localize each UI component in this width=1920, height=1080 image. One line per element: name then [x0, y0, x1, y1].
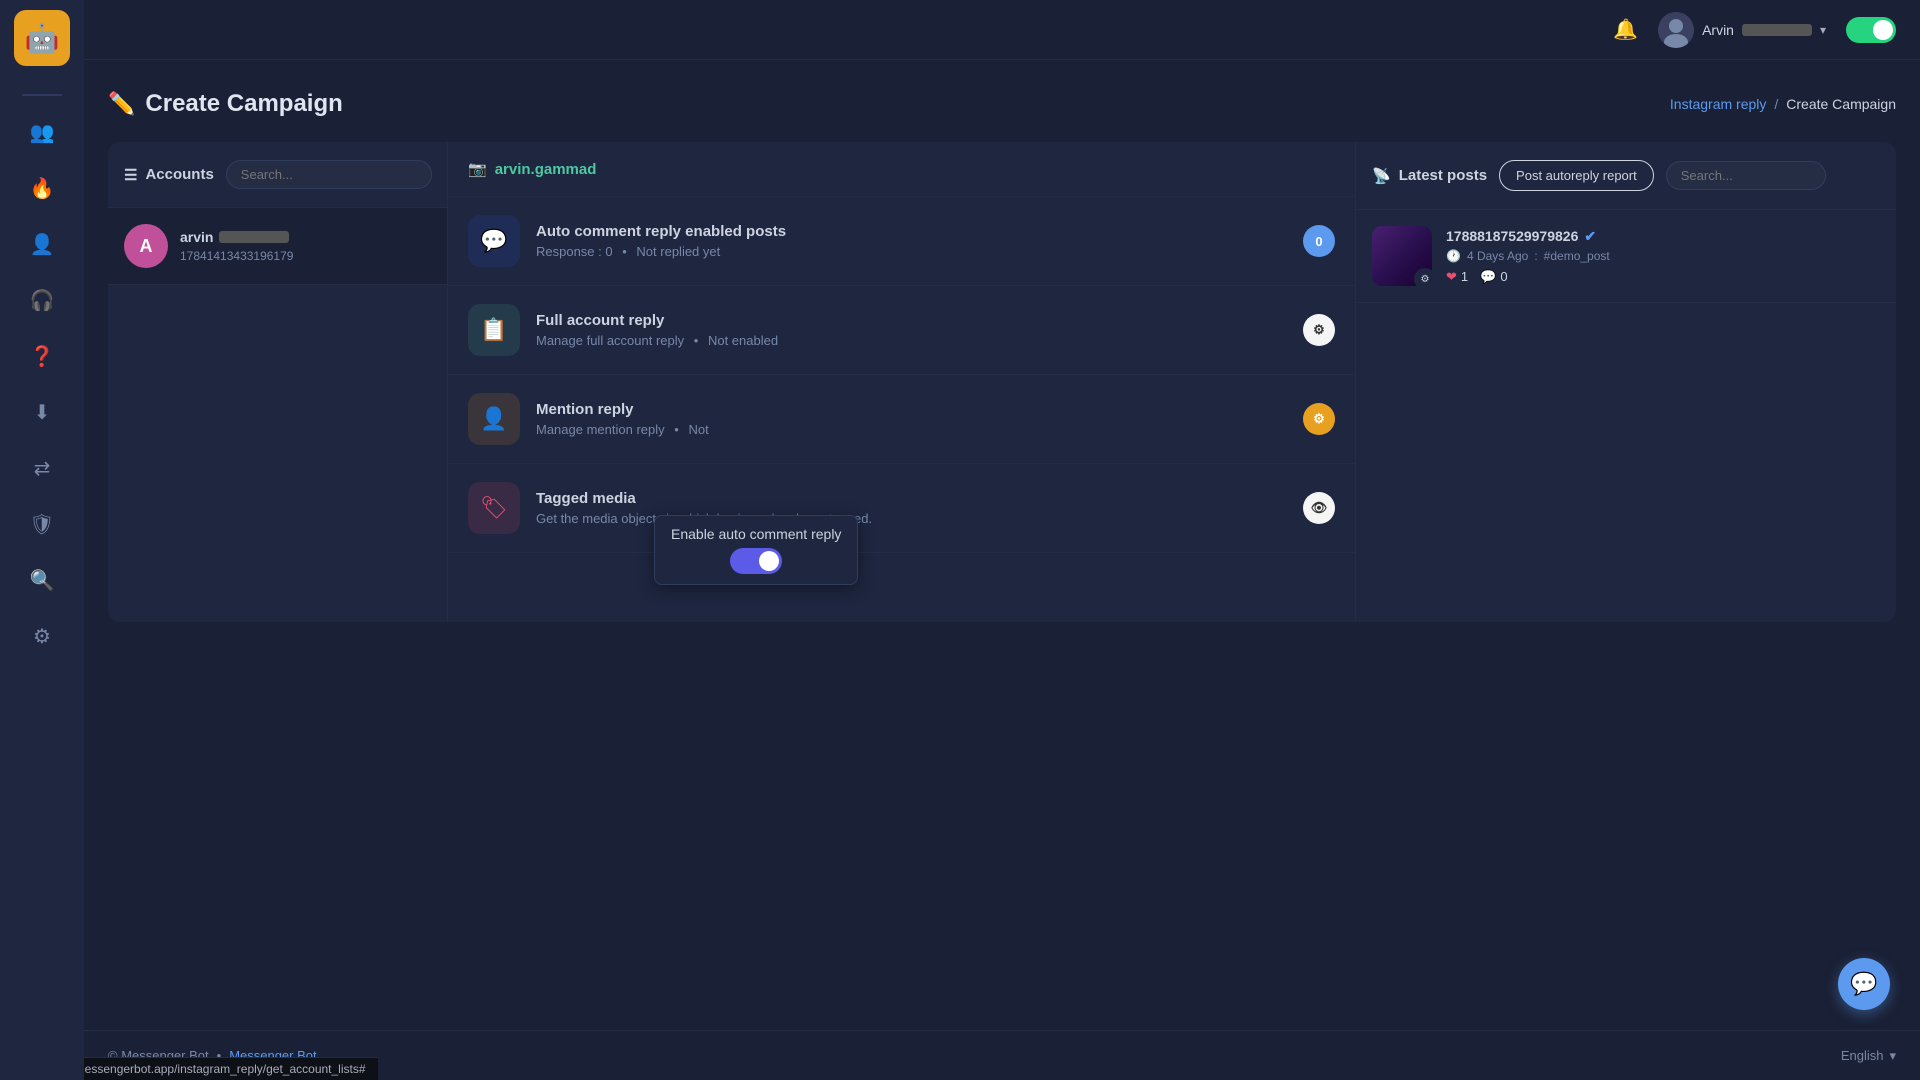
breadcrumb-instagram-link[interactable]: Instagram reply — [1670, 96, 1766, 112]
rss-icon: 📡 — [1372, 167, 1391, 185]
features-col-header: 📷 arvin.gammad — [448, 142, 1355, 197]
post-hearts: ❤ 1 — [1446, 269, 1468, 285]
auto-comment-name: Auto comment reply enabled posts — [536, 223, 1287, 240]
feature-mention[interactable]: 👤 Mention reply Manage mention reply • N… — [448, 375, 1355, 464]
full-account-desc: Manage full account reply • Not enabled — [536, 333, 1287, 348]
auto-comment-content: Auto comment reply enabled posts Respons… — [536, 223, 1287, 259]
user-info: Arvin ▾ — [1658, 12, 1826, 48]
sidebar-item-headset[interactable]: 🎧 — [18, 276, 66, 324]
sidebar-item-download[interactable]: ⬇ — [18, 388, 66, 436]
account-name-blur — [219, 231, 289, 243]
list-icon: ☰ — [124, 166, 137, 184]
sidebar-item-users[interactable]: 👥 — [18, 108, 66, 156]
username: Arvin — [1702, 22, 1734, 38]
breadcrumb-separator: / — [1774, 96, 1778, 112]
tagged-media-content: Tagged media Get the media objects in wh… — [536, 490, 1287, 526]
auto-comment-badge[interactable]: 0 — [1303, 225, 1335, 257]
clock-icon: 🕐 — [1446, 249, 1461, 263]
account-avatar: A — [124, 224, 168, 268]
auto-comment-desc: Response : 0 • Not replied yet — [536, 244, 1287, 259]
mention-badge[interactable]: ⚙ — [1303, 403, 1335, 435]
sidebar-item-search[interactable]: 🔍 — [18, 556, 66, 604]
main-content: ✏️ Create Campaign Instagram reply / Cre… — [84, 60, 1920, 1080]
accounts-col-header: ☰ Accounts — [108, 142, 447, 208]
posts-col-header: 📡 Latest posts Post autoreply report — [1356, 142, 1896, 210]
mention-desc: Manage mention reply • Not — [536, 422, 1287, 437]
accounts-column: ☰ Accounts A arvin 17841413433196179 — [108, 142, 448, 622]
accounts-search-input[interactable] — [226, 160, 432, 189]
account-id: 17841413433196179 — [180, 249, 293, 263]
post-thumb-settings-icon: ⚙ — [1414, 268, 1432, 286]
footer-lang[interactable]: English ▾ — [1841, 1048, 1896, 1064]
heart-icon: ❤ — [1446, 269, 1457, 285]
instagram-account-label: 📷 arvin.gammad — [468, 160, 596, 178]
chat-fab-button[interactable]: 💬 — [1838, 958, 1890, 1010]
page-title-text: Create Campaign — [145, 90, 342, 118]
post-autoreply-btn[interactable]: Post autoreply report — [1499, 160, 1654, 191]
feature-auto-comment[interactable]: 💬 Auto comment reply enabled posts Respo… — [448, 197, 1355, 286]
tooltip-container: Enable auto comment reply — [654, 515, 858, 585]
enable-toggle[interactable] — [730, 548, 782, 574]
post-comments: 💬 0 — [1480, 269, 1507, 285]
post-id: 17888187529979826 ✔ — [1446, 228, 1610, 245]
full-account-name: Full account reply — [536, 312, 1287, 329]
tooltip-box: Enable auto comment reply — [654, 515, 858, 585]
tagged-media-name: Tagged media — [536, 490, 1287, 507]
feature-full-account[interactable]: 📋 Full account reply Manage full account… — [448, 286, 1355, 375]
tagged-media-icon: 🏷 — [468, 482, 520, 534]
feature-tagged-media[interactable]: 🏷 Tagged media Get the media objects in … — [448, 464, 1355, 553]
tagged-media-badge[interactable]: 👁 — [1303, 492, 1335, 524]
main-panel: ☰ Accounts A arvin 17841413433196179 — [108, 142, 1896, 622]
account-info: arvin 17841413433196179 — [180, 229, 293, 263]
pencil-icon: ✏️ — [108, 91, 135, 117]
full-account-icon: 📋 — [468, 304, 520, 356]
auto-comment-icon: 💬 — [468, 215, 520, 267]
sidebar-item-fire[interactable]: 🔥 — [18, 164, 66, 212]
sidebar-divider — [22, 94, 62, 96]
tooltip-toggle-area[interactable] — [671, 548, 841, 574]
full-account-content: Full account reply Manage full account r… — [536, 312, 1287, 348]
breadcrumb: Instagram reply / Create Campaign — [1670, 96, 1896, 112]
post-info: 17888187529979826 ✔ 🕐 4 Days Ago : #demo… — [1446, 228, 1610, 285]
sidebar: 🤖 👥 🔥 👤 🎧 ❓ ⬇ ⇄ 🛡 🔍 ⚙ — [0, 0, 84, 1080]
account-name: arvin — [180, 229, 293, 245]
sidebar-item-settings[interactable]: ⚙ — [18, 612, 66, 660]
features-column: 📷 arvin.gammad 💬 Auto comment reply enab… — [448, 142, 1356, 622]
topnav: ☰ 🔔 Arvin ▾ — [0, 0, 1920, 60]
sidebar-item-shield[interactable]: 🛡 — [18, 500, 66, 548]
sidebar-logo: 🤖 — [14, 10, 70, 66]
sidebar-item-flow[interactable]: ⇄ — [18, 444, 66, 492]
sidebar-item-help[interactable]: ❓ — [18, 332, 66, 380]
user-caret-icon[interactable]: ▾ — [1820, 23, 1826, 37]
sidebar-item-person[interactable]: 👤 — [18, 220, 66, 268]
posts-column: 📡 Latest posts Post autoreply report ⚙ 1… — [1356, 142, 1896, 622]
page-header: ✏️ Create Campaign Instagram reply / Cre… — [108, 90, 1896, 118]
instagram-icon: 📷 — [468, 160, 487, 178]
page-title: ✏️ Create Campaign — [108, 90, 343, 118]
account-item[interactable]: A arvin 17841413433196179 — [108, 208, 447, 285]
global-toggle[interactable] — [1846, 17, 1896, 43]
mention-content: Mention reply Manage mention reply • Not — [536, 401, 1287, 437]
verified-icon: ✔ — [1584, 228, 1596, 245]
mention-icon: 👤 — [468, 393, 520, 445]
post-meta: 🕐 4 Days Ago : #demo_post — [1446, 249, 1610, 263]
post-thumbnail: ⚙ — [1372, 226, 1432, 286]
comment-icon: 💬 — [1480, 269, 1496, 285]
posts-search-input[interactable] — [1666, 161, 1826, 190]
breadcrumb-current: Create Campaign — [1786, 96, 1896, 112]
tooltip-text: Enable auto comment reply — [671, 526, 841, 542]
bell-icon[interactable]: 🔔 — [1613, 17, 1638, 42]
full-account-badge[interactable]: ⚙ — [1303, 314, 1335, 346]
post-reactions: ❤ 1 💬 0 — [1446, 269, 1610, 285]
mention-name: Mention reply — [536, 401, 1287, 418]
latest-posts-title: 📡 Latest posts — [1372, 167, 1487, 185]
accounts-col-title: ☰ Accounts — [124, 166, 214, 184]
tagged-media-desc: Get the media objects in which business … — [536, 511, 1287, 526]
avatar — [1658, 12, 1694, 48]
post-item[interactable]: ⚙ 17888187529979826 ✔ 🕐 4 Days Ago : #de… — [1356, 210, 1896, 303]
